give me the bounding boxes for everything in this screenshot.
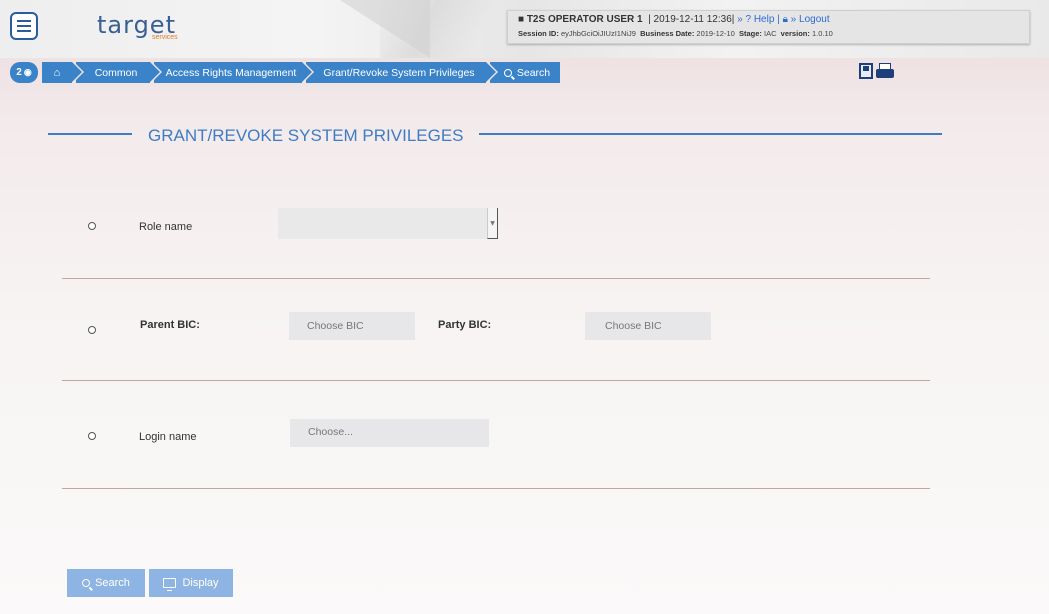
breadcrumb-label: Grant/Revoke System Privileges <box>323 66 475 79</box>
menu-button[interactable] <box>10 12 38 40</box>
history-count: 2 <box>16 67 22 78</box>
party-bic-label: Party BIC: <box>438 319 492 331</box>
help-link[interactable]: » ? Help <box>737 14 774 25</box>
party-bic-placeholder: Choose BIC <box>605 320 662 332</box>
display-button-label: Display <box>182 577 219 589</box>
user-info-box: ■ T2S OPERATOR USER 1 | 2019-12-11 12:36… <box>507 10 1030 44</box>
breadcrumb-home[interactable]: ⌂ <box>42 62 84 83</box>
save-icon[interactable] <box>859 63 873 79</box>
business-date: 2019-12-10 <box>696 29 735 38</box>
parent-bic-placeholder: Choose BIC <box>307 320 364 332</box>
user-name: T2S OPERATOR USER 1 <box>526 14 643 25</box>
datetime: | 2019-12-11 12:36| <box>648 14 735 25</box>
breadcrumb-common[interactable]: Common <box>76 62 162 83</box>
login-name-label: Login name <box>139 431 197 443</box>
page-title: GRANT/REVOKE SYSTEM PRIVILEGES <box>148 126 464 145</box>
breadcrumb-label: Search <box>516 66 551 79</box>
version-label: version: <box>780 29 810 38</box>
bic-radio[interactable] <box>88 326 96 334</box>
monitor-icon <box>163 578 177 591</box>
login-name-placeholder: Choose... <box>308 426 353 438</box>
breadcrumb-access-rights[interactable]: Access Rights Management <box>154 62 314 83</box>
section-divider <box>62 488 930 489</box>
search-button-label: Search <box>95 577 130 589</box>
stage: IAC <box>763 29 777 38</box>
version: 1.0.10 <box>811 29 833 38</box>
session-id-label: Session ID: <box>518 29 559 38</box>
display-button[interactable]: Display <box>149 569 233 597</box>
header-decoration <box>380 0 500 58</box>
session-id: eyJhbGciOiJIUzI1NiJ9 <box>560 29 636 38</box>
stage-label: Stage: <box>738 29 762 38</box>
lock-icon: 🔒︎ <box>782 14 788 25</box>
title-divider-left <box>48 133 132 135</box>
breadcrumb-search[interactable]: Search <box>490 62 560 83</box>
section-divider <box>62 380 930 381</box>
login-name-radio[interactable] <box>88 432 96 440</box>
hamburger-icon <box>17 20 31 22</box>
history-badge[interactable]: 2 ◉ <box>10 62 38 83</box>
parent-bic-label: Parent BIC: <box>140 319 200 331</box>
role-name-radio[interactable] <box>88 222 96 230</box>
title-divider-right <box>479 133 942 135</box>
user-icon: ■ <box>518 14 525 25</box>
hamburger-icon <box>17 30 31 32</box>
home-icon: ⌂ <box>53 66 61 79</box>
breadcrumb-label: Access Rights Management <box>165 66 297 79</box>
logout-link[interactable]: » Logout <box>791 14 830 25</box>
hamburger-icon <box>17 25 31 27</box>
section-divider <box>62 278 930 279</box>
breadcrumb-grant-revoke[interactable]: Grant/Revoke System Privileges <box>306 62 498 83</box>
search-icon <box>503 68 512 77</box>
business-date-label: Business Date: <box>640 29 695 38</box>
search-icon <box>82 579 91 587</box>
login-name-input[interactable]: Choose... <box>290 419 489 447</box>
breadcrumb-label: Common <box>94 66 138 79</box>
role-name-select[interactable]: ▼ <box>278 208 498 239</box>
parent-bic-input[interactable]: Choose BIC <box>289 312 415 340</box>
eye-icon: ◉ <box>23 67 32 77</box>
separator: | <box>777 14 780 25</box>
search-button[interactable]: Search <box>67 569 145 597</box>
party-bic-input[interactable]: Choose BIC <box>585 312 711 340</box>
app-header: target services ■ T2S OPERATOR USER 1 | … <box>0 0 1049 58</box>
logo-subtitle: services <box>152 34 178 41</box>
toolbar-icons <box>859 63 894 79</box>
print-icon[interactable] <box>876 63 894 79</box>
role-name-label: Role name <box>139 221 193 233</box>
chevron-down-icon: ▼ <box>487 208 498 239</box>
